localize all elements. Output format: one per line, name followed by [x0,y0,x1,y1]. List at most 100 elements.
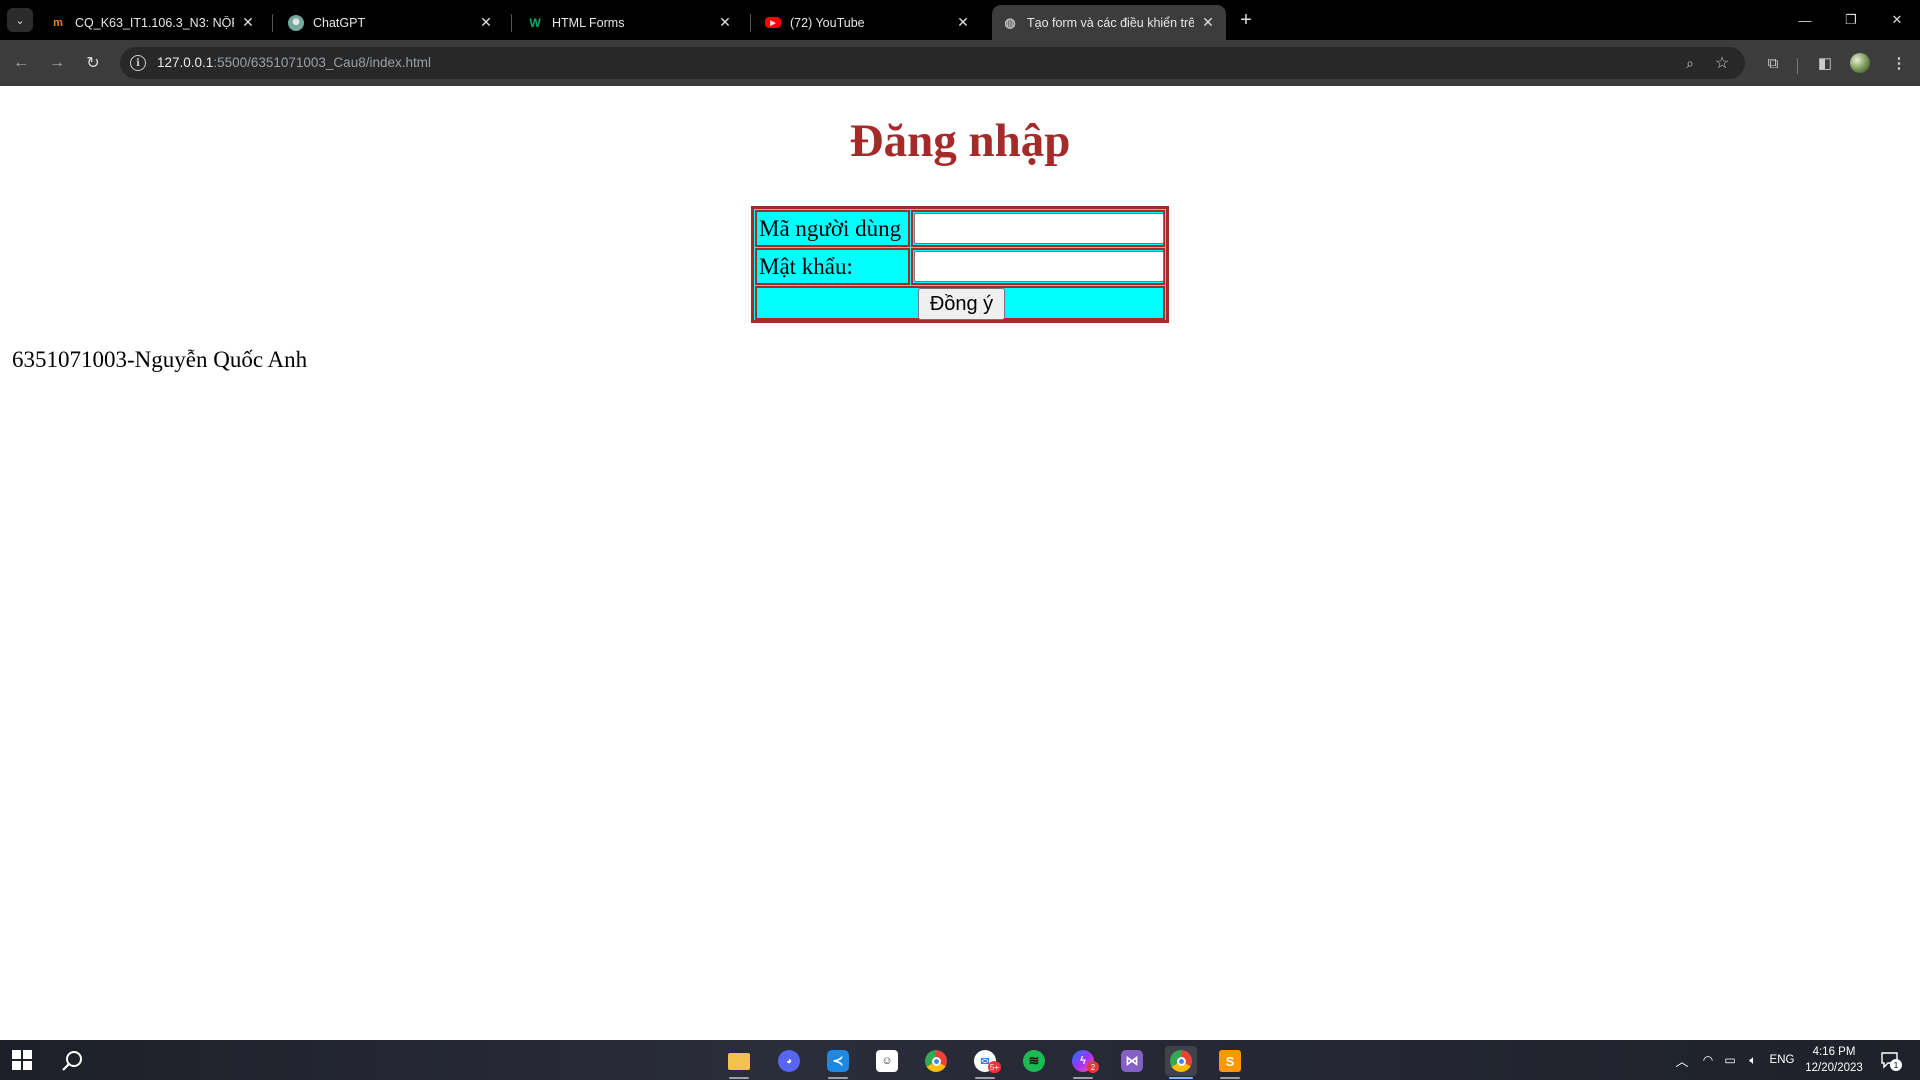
new-tab-button[interactable]: + [1233,8,1259,32]
notification-badge: 2 [1087,1061,1099,1073]
forward-arrow-icon: → [49,54,65,71]
w3schools-icon: W [529,15,541,30]
tab-divider [272,14,273,32]
username-input[interactable] [914,213,1164,244]
side-panel-icon[interactable]: ◧ [1812,50,1838,76]
close-icon[interactable]: ✕ [717,14,733,31]
chevron-down-icon: ⌄ [15,14,25,27]
taskbar-sublime[interactable]: S [1214,1046,1246,1079]
discord-icon: ◕ [778,1050,800,1072]
tab-divider [511,14,512,32]
taskbar-messenger-app[interactable]: ✉ 5+ [969,1046,1001,1079]
tab-title: Tạo form và các điều khiển trên [1027,15,1194,30]
page-heading: Đăng nhập [849,115,1071,167]
running-indicator [729,1077,749,1079]
tab-bar: ⌄ m CQ_K63_IT1.106.3_N3: NỘP BÀI ✕ ✺ Cha… [0,0,1920,40]
tab-active-form[interactable]: ◍ Tạo form và các điều khiển trên ✕ [992,5,1226,40]
url-path: :5500/6351071003_Cau8/index.html [213,55,431,70]
restore-button[interactable]: ❐ [1828,0,1874,40]
close-icon[interactable]: ✕ [478,14,494,31]
tab-youtube[interactable]: ▶ (72) YouTube ✕ [755,5,981,40]
minimize-button[interactable]: — [1782,0,1828,40]
volume-icon[interactable]: 🔈︎ [1742,1040,1764,1080]
chatgpt-icon: ✺ [288,14,304,31]
window-close-button[interactable]: ✕ [1874,0,1920,40]
tab-title: HTML Forms [552,15,625,30]
running-indicator [828,1077,848,1079]
close-icon[interactable]: ✕ [1200,14,1216,31]
url-text[interactable]: 127.0.0.1:5500/6351071003_Cau8/index.htm… [157,55,431,70]
forward-button[interactable]: → [44,50,70,76]
restore-icon: ❐ [1845,12,1857,27]
spotify-icon: ≋ [1023,1050,1045,1072]
taskbar-app-window[interactable]: ☺ [871,1046,903,1076]
battery-icon[interactable]: ▭ [1719,1040,1741,1080]
wifi-icon[interactable]: ◠ [1697,1040,1719,1080]
tab-divider [750,14,751,32]
notification-center-icon[interactable]: 1 [1880,1050,1902,1071]
back-arrow-icon: ← [13,54,29,71]
notification-count: 1 [1890,1059,1902,1071]
close-icon: ✕ [1891,12,1903,27]
globe-icon: ◍ [1004,14,1016,30]
menu-kebab-icon[interactable]: ⋮ [1886,50,1912,76]
taskbar-messenger[interactable]: ϟ 2 [1067,1046,1099,1079]
site-info-icon[interactable]: i [130,55,146,71]
taskbar-chrome[interactable] [920,1046,952,1076]
windows-start-icon[interactable] [12,1050,32,1070]
tab-title: CQ_K63_IT1.106.3_N3: NỘP BÀI [75,15,234,30]
reload-button[interactable]: ↻ [80,50,106,76]
vscode-icon: ≺ [827,1050,849,1072]
chrome-active-icon [1170,1050,1192,1072]
clock-time: 4:16 PM [1812,1046,1856,1058]
visual-studio-icon: ⋈ [1121,1050,1143,1072]
toolbar-divider [1797,58,1798,74]
tray-chevron-up-icon[interactable]: ︿ [1672,1040,1692,1080]
address-bar[interactable]: i 127.0.0.1:5500/6351071003_Cau8/index.h… [120,47,1745,79]
bookmark-star-icon[interactable]: ☆ [1712,53,1732,73]
chrome-icon [925,1050,947,1072]
clock-date: 12/20/2023 [1805,1062,1863,1074]
running-indicator [975,1077,995,1079]
file-explorer-icon [728,1052,750,1070]
zoom-icon[interactable]: ⌕ [1680,53,1700,73]
tab-chatgpt[interactable]: ✺ ChatGPT ✕ [278,5,504,40]
running-indicator [1220,1077,1240,1079]
password-input[interactable] [914,251,1164,282]
submit-button[interactable]: Đồng ý [918,288,1005,320]
profile-avatar[interactable] [1850,53,1870,73]
notification-badge: 5+ [987,1061,1001,1073]
search-icon[interactable] [60,1049,84,1073]
taskbar-vscode[interactable]: ≺ [822,1046,854,1079]
login-form-table: Mã người dùng Mật khẩu: Đồng ý [751,206,1169,323]
back-button[interactable]: ← [8,50,34,76]
windows-taskbar: ◕ ≺ ☺ ✉ 5+ ≋ ϟ 2 ⋈ S ︿ ◠ ▭ 🔈︎ ENG 4:16 P… [0,1040,1920,1080]
taskbar-discord[interactable]: ◕ [773,1046,805,1076]
close-icon[interactable]: ✕ [240,14,256,31]
taskbar-spotify[interactable]: ≋ [1018,1046,1050,1076]
tab-search-button[interactable]: ⌄ [7,8,33,32]
plus-icon: + [1240,8,1252,31]
reload-icon: ↻ [86,55,100,72]
tab-title: (72) YouTube [790,15,865,30]
minimize-icon: — [1798,12,1812,28]
username-cell [911,210,1165,247]
close-icon[interactable]: ✕ [955,14,971,31]
running-indicator [1169,1077,1193,1079]
clock[interactable]: 4:16 PM 12/20/2023 [1799,1044,1869,1076]
extensions-icon[interactable]: ⧉ [1760,50,1786,76]
password-cell [911,248,1165,285]
username-label: Mã người dùng [755,210,910,247]
moodle-icon: m [53,16,63,29]
tab-title: ChatGPT [313,15,366,30]
page-viewport: Đăng nhập Mã người dùng Mật khẩu: Đồng ý… [0,86,1920,1040]
youtube-icon: ▶ [765,17,781,28]
running-indicator [1073,1077,1093,1079]
taskbar-chrome-active[interactable] [1165,1046,1197,1079]
tab-html-forms[interactable]: W HTML Forms ✕ [517,5,743,40]
taskbar-file-explorer[interactable] [723,1046,755,1079]
language-indicator[interactable]: ENG [1766,1040,1798,1080]
tab-moodle[interactable]: m CQ_K63_IT1.106.3_N3: NỘP BÀI ✕ [40,5,266,40]
taskbar-visual-studio[interactable]: ⋈ [1116,1046,1148,1076]
browser-toolbar: ← → ↻ i 127.0.0.1:5500/6351071003_Cau8/i… [0,40,1920,86]
